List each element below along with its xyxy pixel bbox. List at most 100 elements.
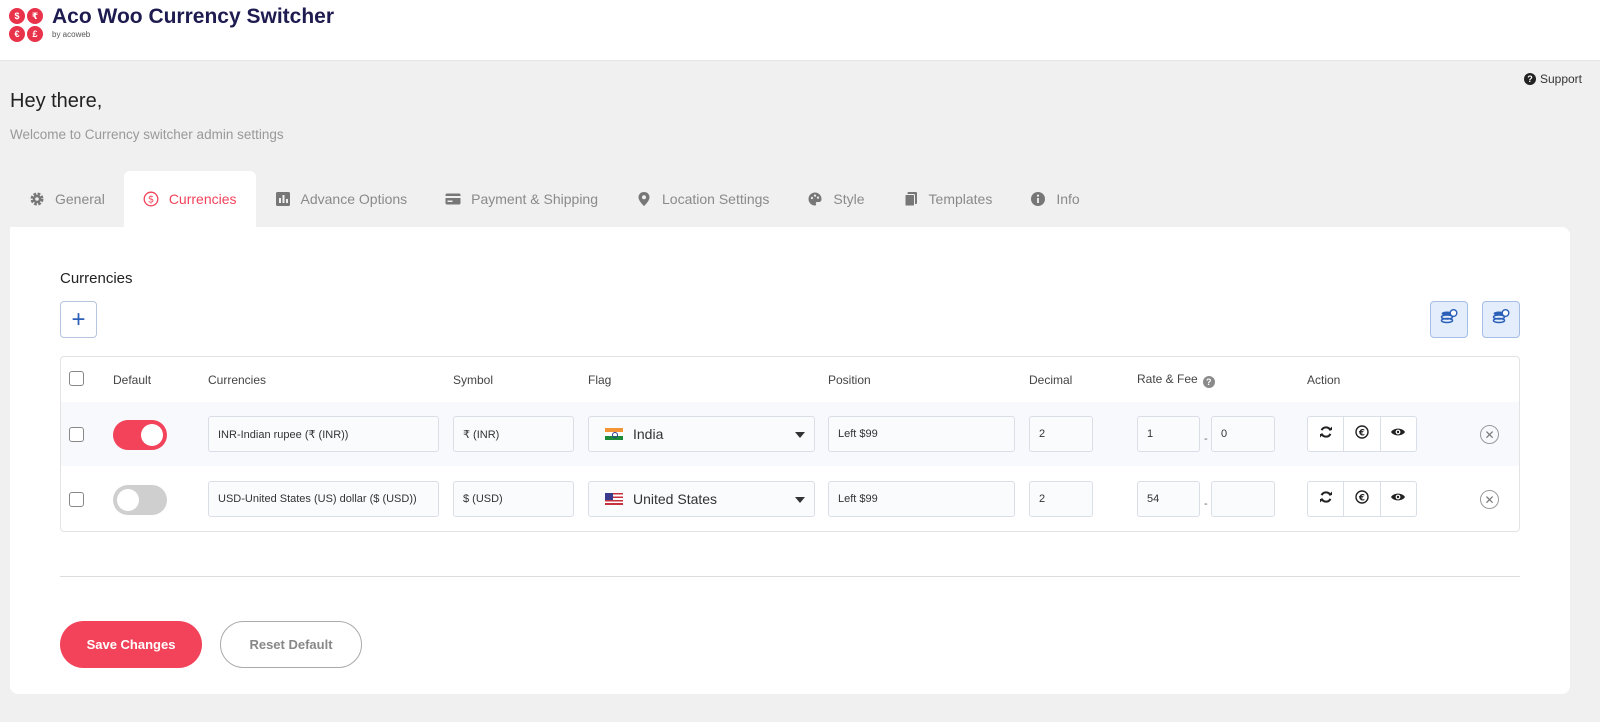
table-row: USD-United States (US) dollar ($ (USD)) … xyxy=(61,467,1519,531)
close-icon: ✕ xyxy=(1484,427,1495,442)
info-icon xyxy=(1030,191,1046,207)
decimal-field[interactable]: 2 xyxy=(1029,416,1093,452)
tab-currencies[interactable]: $ Currencies xyxy=(123,171,256,227)
map-pin-icon xyxy=(636,191,652,207)
chevron-down-icon xyxy=(795,497,805,503)
section-divider xyxy=(60,576,1520,577)
flag-select[interactable]: United States xyxy=(588,481,815,517)
svg-text:$: $ xyxy=(148,195,154,206)
tab-label: Payment & Shipping xyxy=(471,191,598,207)
save-changes-button[interactable]: Save Changes xyxy=(60,621,202,668)
rate-fee-separator: - xyxy=(1204,498,1208,510)
position-field[interactable]: Left $99 xyxy=(828,481,1015,517)
refresh-rate-button[interactable] xyxy=(1308,417,1345,451)
column-header: Decimal xyxy=(1029,373,1073,387)
brand-logo: $ ₹ € £ xyxy=(9,8,43,42)
gear-icon xyxy=(29,191,45,207)
currency-field[interactable]: INR-Indian rupee (₹ (INR)) xyxy=(208,416,439,452)
eye-icon xyxy=(1390,490,1406,508)
euro-circle-icon: € xyxy=(1355,424,1369,444)
fee-field[interactable] xyxy=(1211,481,1275,517)
column-header: Rate & Fee xyxy=(1137,372,1198,386)
currencies-table: Default Currencies Symbol Flag Position … xyxy=(60,356,1520,532)
help-icon[interactable]: ? xyxy=(1202,376,1215,388)
credit-card-icon xyxy=(445,191,461,207)
welcome-text: Welcome to Currency switcher admin setti… xyxy=(10,127,284,142)
reset-default-button[interactable]: Reset Default xyxy=(220,621,362,668)
tab-templates[interactable]: Templates xyxy=(884,171,1012,227)
dollar-circle-icon: $ xyxy=(143,191,159,207)
support-label: Support xyxy=(1539,72,1582,86)
remove-row-button[interactable]: ✕ xyxy=(1480,490,1499,509)
preview-button[interactable] xyxy=(1381,482,1416,516)
column-header: Currencies xyxy=(208,373,267,387)
tab-style[interactable]: Style xyxy=(788,171,883,227)
fee-field[interactable]: 0 xyxy=(1211,416,1275,452)
tab-label: General xyxy=(55,191,105,207)
decimal-field[interactable]: 2 xyxy=(1029,481,1093,517)
logo-glyph: $ xyxy=(9,8,25,24)
rate-fee-separator: - xyxy=(1204,433,1208,445)
tab-label: Advance Options xyxy=(300,191,408,207)
refresh-icon xyxy=(1319,425,1333,444)
default-toggle[interactable] xyxy=(113,485,167,515)
rate-field[interactable]: 1 xyxy=(1137,416,1200,452)
question-circle-icon: ? xyxy=(1523,73,1536,85)
column-header: Action xyxy=(1307,373,1341,387)
coins-icon-button[interactable] xyxy=(1430,301,1468,338)
section-title: Currencies xyxy=(60,270,133,287)
flag-select[interactable]: India xyxy=(588,416,815,452)
currency-settings-button[interactable]: € xyxy=(1344,417,1381,451)
us-flag-icon xyxy=(605,493,623,505)
app-subtitle: by acoweb xyxy=(52,30,91,39)
tab-label: Info xyxy=(1056,191,1080,207)
advance-options-icon xyxy=(275,191,291,207)
tab-location-settings[interactable]: Location Settings xyxy=(617,171,788,227)
row-actions: € xyxy=(1307,481,1417,517)
row-checkbox[interactable] xyxy=(69,492,84,507)
settings-tabs: General $ Currencies Advance Options Pay… xyxy=(10,171,1099,227)
logo-glyph: € xyxy=(9,26,25,42)
rate-field[interactable]: 54 xyxy=(1137,481,1200,517)
column-header: Flag xyxy=(588,373,612,387)
column-header: Position xyxy=(828,373,871,387)
add-currency-button[interactable]: + xyxy=(60,301,97,338)
symbol-field[interactable]: $ (USD) xyxy=(453,481,574,517)
tab-label: Currencies xyxy=(168,191,237,207)
tab-label: Location Settings xyxy=(662,191,770,207)
column-header: Symbol xyxy=(453,373,494,387)
support-link[interactable]: ? Support xyxy=(1523,72,1582,86)
refresh-icon xyxy=(1319,490,1333,509)
position-field[interactable]: Left $99 xyxy=(828,416,1015,452)
row-checkbox[interactable] xyxy=(69,427,84,442)
tab-general[interactable]: General xyxy=(10,171,124,227)
refresh-rate-button[interactable] xyxy=(1308,482,1345,516)
logo-glyph: ₹ xyxy=(27,8,43,24)
currencies-panel: Currencies + Default Currencies Symbol F… xyxy=(10,227,1570,694)
logo-glyph: £ xyxy=(27,26,43,42)
coins-icon xyxy=(1492,308,1510,331)
currency-settings-button[interactable]: € xyxy=(1344,482,1381,516)
column-header: Default xyxy=(113,373,152,387)
close-icon: ✕ xyxy=(1484,492,1495,507)
select-all-checkbox[interactable] xyxy=(69,371,84,386)
default-toggle[interactable] xyxy=(113,420,167,450)
app-title: Aco Woo Currency Switcher xyxy=(52,5,335,28)
remove-row-button[interactable]: ✕ xyxy=(1480,425,1499,444)
palette-icon xyxy=(807,191,823,207)
preview-button[interactable] xyxy=(1381,417,1416,451)
column-header-rate-fee: Rate & Fee? xyxy=(1137,372,1215,388)
tab-advance-options[interactable]: Advance Options xyxy=(256,171,427,227)
svg-text:€: € xyxy=(1358,428,1365,438)
currency-field[interactable]: USD-United States (US) dollar ($ (USD)) xyxy=(208,481,439,517)
templates-icon xyxy=(903,191,919,207)
chevron-down-icon xyxy=(795,432,805,438)
symbol-field[interactable]: ₹ (INR) xyxy=(453,416,574,452)
coins-icon-button[interactable] xyxy=(1482,301,1520,338)
tab-info[interactable]: Info xyxy=(1011,171,1098,227)
tab-label: Templates xyxy=(928,191,993,207)
coins-icon xyxy=(1440,308,1458,331)
eye-icon xyxy=(1390,425,1406,443)
tab-payment-shipping[interactable]: Payment & Shipping xyxy=(426,171,617,227)
svg-text:€: € xyxy=(1358,493,1365,503)
